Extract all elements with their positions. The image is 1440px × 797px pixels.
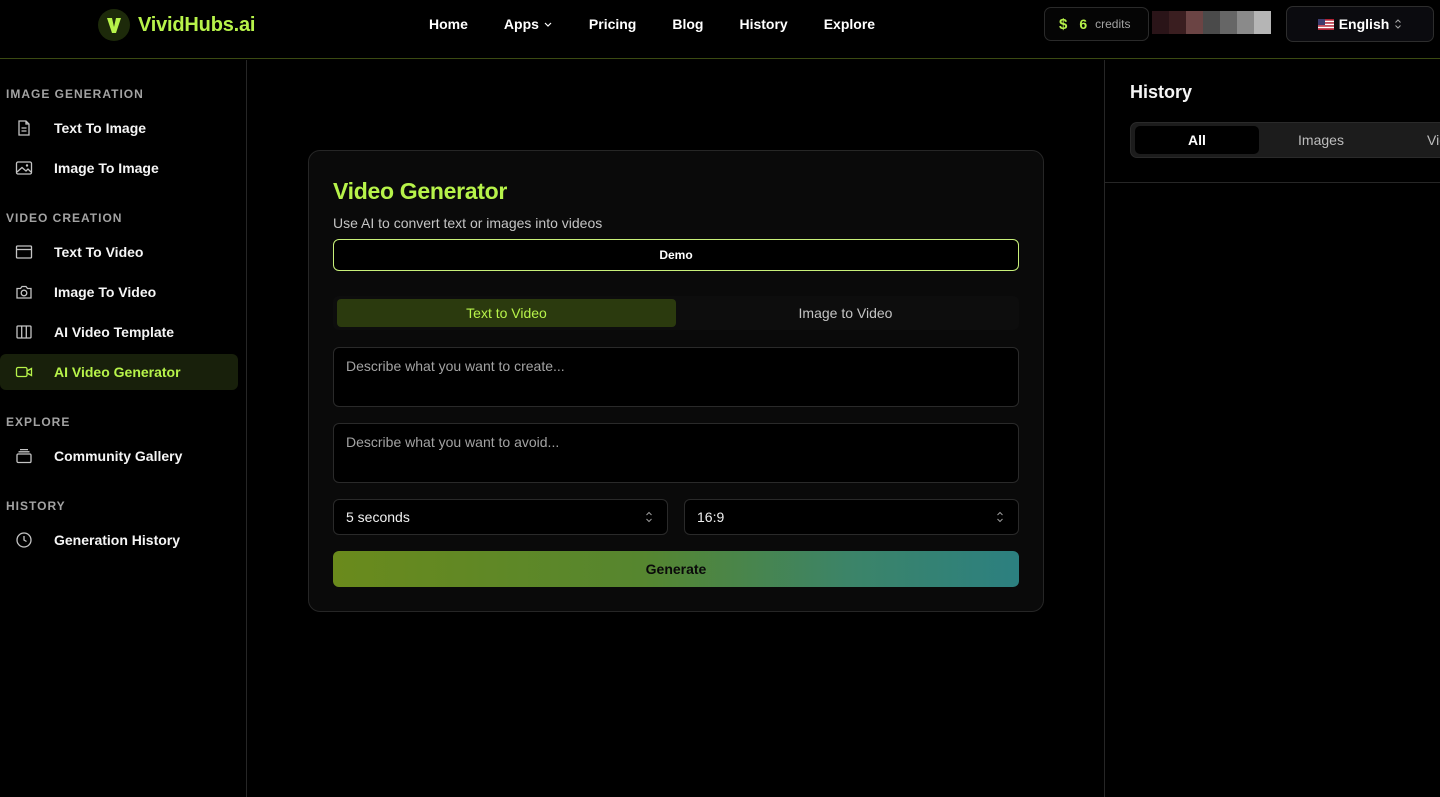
sidebar-item-image-to-image[interactable]: Image To Image: [0, 150, 238, 186]
chevron-updown-icon: [1395, 19, 1402, 29]
gallery-stack-icon: [16, 448, 32, 464]
sidebar-item-label: Image To Video: [54, 284, 157, 300]
nav-history[interactable]: History: [739, 16, 787, 32]
history-panel: History All Images Vid: [1104, 60, 1440, 797]
divider: [1105, 182, 1440, 183]
duration-select[interactable]: 5 seconds: [333, 499, 668, 535]
demo-button[interactable]: Demo: [333, 239, 1019, 271]
sidebar: IMAGE GENERATION Text To Image Image To …: [0, 60, 247, 797]
prompt-input[interactable]: [333, 347, 1019, 407]
history-tab-images[interactable]: Images: [1259, 126, 1383, 154]
nav-apps-label: Apps: [503, 16, 539, 32]
section-title-video-creation: VIDEO CREATION: [6, 211, 123, 225]
nav-apps[interactable]: Apps: [504, 16, 553, 32]
section-title-image-generation: IMAGE GENERATION: [6, 87, 144, 101]
sidebar-item-text-to-image[interactable]: Text To Image: [0, 110, 238, 146]
sidebar-item-ai-video-generator[interactable]: AI Video Generator: [0, 354, 238, 390]
top-navbar: VividHubs.ai Home Apps Pricing Blog Hist…: [0, 0, 1440, 59]
credits-label: credits: [1095, 17, 1131, 31]
section-title-explore: EXPLORE: [6, 415, 71, 429]
logo-icon: [98, 9, 130, 41]
chevron-updown-icon: [997, 511, 1003, 523]
aspect-ratio-select[interactable]: 16:9: [684, 499, 1019, 535]
sidebar-item-community-gallery[interactable]: Community Gallery: [0, 438, 238, 474]
sidebar-item-label: AI Video Generator: [54, 364, 181, 380]
sidebar-item-ai-video-template[interactable]: AI Video Template: [0, 314, 238, 350]
avatar[interactable]: [1152, 11, 1271, 34]
brand-logo[interactable]: VividHubs.ai: [98, 9, 255, 41]
credits-count: 6: [1079, 16, 1088, 32]
sidebar-item-label: Image To Image: [54, 160, 159, 176]
history-title: History: [1130, 82, 1193, 102]
chevron-updown-icon: [646, 511, 652, 523]
columns-icon: [16, 325, 32, 339]
browser-window-icon: [15, 245, 33, 259]
tab-text-to-video[interactable]: Text to Video: [337, 299, 676, 327]
sidebar-item-label: AI Video Template: [54, 324, 175, 340]
nav-pricing[interactable]: Pricing: [589, 16, 636, 32]
video-camera-icon: [15, 366, 33, 378]
clock-icon: [16, 532, 32, 548]
camera-icon: [16, 285, 32, 299]
page-title: Video Generator: [333, 178, 508, 204]
history-tabs: All Images Vid: [1130, 122, 1440, 158]
duration-value: 5 seconds: [346, 509, 410, 525]
nav-explore[interactable]: Explore: [824, 16, 875, 32]
sidebar-item-generation-history[interactable]: Generation History: [0, 522, 238, 558]
tab-image-to-video[interactable]: Image to Video: [676, 299, 1015, 327]
us-flag-icon: [1317, 18, 1334, 30]
sidebar-item-label: Community Gallery: [54, 448, 183, 464]
chevron-down-icon: [544, 22, 552, 27]
sidebar-item-label: Text To Video: [54, 244, 144, 260]
credits-badge[interactable]: $ 6 credits: [1044, 7, 1149, 41]
sidebar-item-label: Text To Image: [54, 120, 147, 136]
image-icon: [15, 161, 33, 175]
page-subtitle: Use AI to convert text or images into vi…: [333, 215, 603, 231]
nav-home[interactable]: Home: [429, 16, 468, 32]
language-select[interactable]: English: [1286, 6, 1434, 42]
dollar-icon: $: [1059, 15, 1068, 33]
history-tab-videos[interactable]: Vid: [1387, 126, 1440, 154]
history-tab-all[interactable]: All: [1135, 126, 1259, 154]
sidebar-item-image-to-video[interactable]: Image To Video: [0, 274, 238, 310]
document-icon: [18, 120, 30, 136]
sidebar-item-text-to-video[interactable]: Text To Video: [0, 234, 238, 270]
video-generator-card: Video Generator Use AI to convert text o…: [308, 150, 1044, 612]
nav-blog[interactable]: Blog: [672, 16, 703, 32]
section-title-history: HISTORY: [6, 499, 66, 513]
generate-button[interactable]: Generate: [333, 551, 1019, 587]
sidebar-item-label: Generation History: [54, 532, 181, 548]
brand-name: VividHubs.ai: [138, 13, 256, 36]
aspect-ratio-value: 16:9: [697, 509, 725, 525]
negative-prompt-input[interactable]: [333, 423, 1019, 483]
mode-tabs: Text to Video Image to Video: [333, 296, 1019, 330]
main-nav: Home Apps Pricing Blog History Explore: [429, 0, 911, 48]
language-label: English: [1338, 16, 1390, 32]
